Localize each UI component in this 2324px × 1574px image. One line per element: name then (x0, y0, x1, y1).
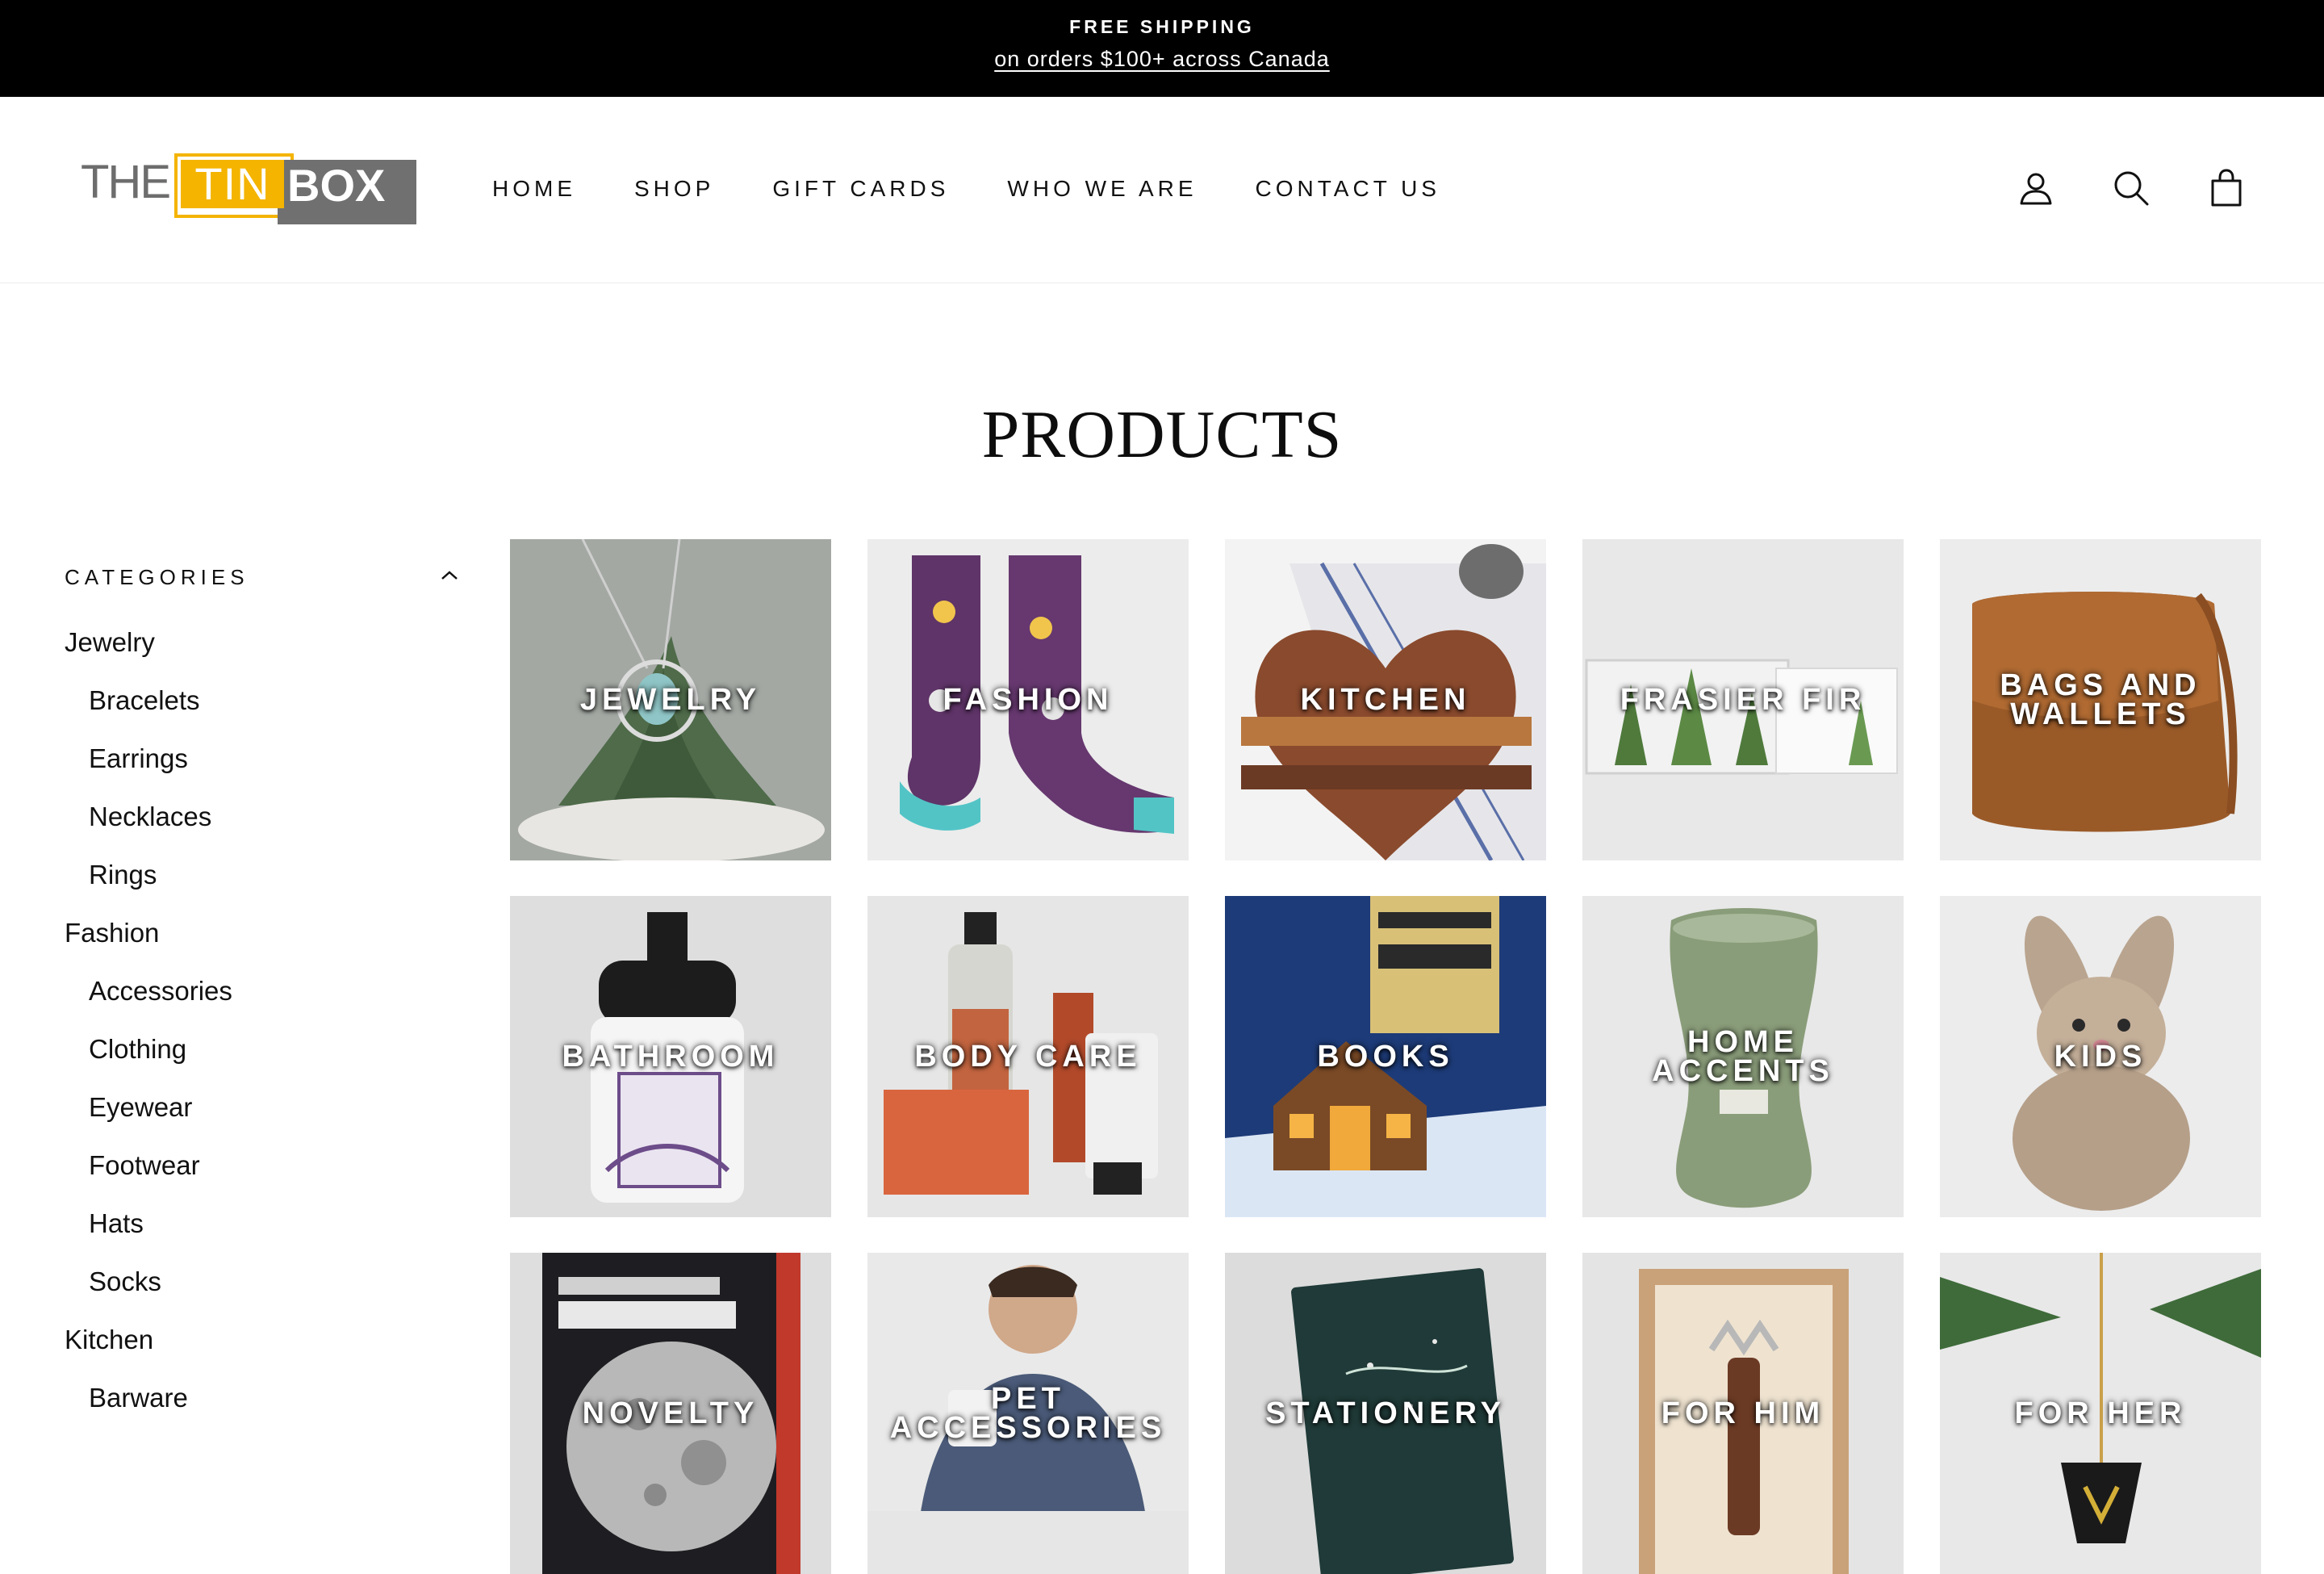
tile-label: BATHROOM (562, 1040, 780, 1074)
logo-tin: TIN (181, 160, 284, 208)
category-jewelry[interactable]: Jewelry (65, 625, 460, 683)
tile-body-care[interactable]: BODY CARE (867, 896, 1189, 1217)
logo-the: THE (81, 156, 171, 208)
tile-bathroom[interactable]: BATHROOM (510, 896, 831, 1217)
tile-label: NOVELTY (582, 1396, 759, 1430)
nav-who-we-are[interactable]: WHO WE ARE (1007, 176, 1197, 202)
tile-label: BAGS AND WALLETS (2000, 668, 2201, 731)
tile-label: BOOKS (1317, 1040, 1454, 1074)
tile-for-him[interactable]: FOR HIM (1582, 1253, 1904, 1574)
tile-stationery[interactable]: STATIONERY (1225, 1253, 1546, 1574)
nav-home[interactable]: HOME (492, 176, 576, 202)
category-hats[interactable]: Hats (65, 1206, 460, 1264)
category-eyewear[interactable]: Eyewear (65, 1090, 460, 1148)
chevron-up-icon (441, 571, 458, 580)
category-footwear[interactable]: Footwear (65, 1148, 460, 1206)
category-necklaces[interactable]: Necklaces (65, 799, 460, 857)
cart-icon[interactable] (2206, 168, 2247, 208)
main-nav: HOME SHOP GIFT CARDS WHO WE ARE CONTACT … (492, 176, 1498, 202)
category-sidebar: CATEGORIES Jewelry Bracelets Earrings Ne… (65, 565, 460, 1438)
category-earrings[interactable]: Earrings (65, 741, 460, 799)
tile-home-accents[interactable]: HOME ACCENTS (1582, 896, 1904, 1217)
category-fashion[interactable]: Fashion (65, 915, 460, 973)
site-header: THE BOX TIN HOME SHOP GIFT CARDS WHO WE … (0, 97, 2324, 283)
tile-label: BODY CARE (914, 1040, 1142, 1074)
tile-label: FASHION (943, 683, 1114, 717)
category-socks[interactable]: Socks (65, 1264, 460, 1322)
tile-novelty[interactable]: NOVELTY (510, 1253, 831, 1574)
category-clothing[interactable]: Clothing (65, 1032, 460, 1090)
tile-bags-and-wallets[interactable]: BAGS AND WALLETS (1940, 539, 2261, 860)
tile-label: FOR HIM (1661, 1396, 1825, 1430)
tile-pet-accessories[interactable]: PET ACCESSORIES (867, 1253, 1189, 1574)
tile-books[interactable]: BOOKS (1225, 896, 1546, 1217)
logo-box: BOX (278, 160, 416, 224)
tile-label: JEWELRY (579, 683, 762, 717)
tile-label: KITCHEN (1300, 683, 1471, 717)
categories-toggle[interactable]: CATEGORIES (65, 565, 460, 597)
tile-jewelry[interactable]: JEWELRY (510, 539, 831, 860)
nav-contact-us[interactable]: CONTACT US (1256, 176, 1440, 202)
header-icons (2016, 168, 2247, 208)
site-logo[interactable]: THE BOX TIN (81, 153, 420, 226)
tile-label: FRASIER FIR (1620, 683, 1866, 717)
page-title: PRODUCTS (981, 397, 1343, 472)
category-kitchen[interactable]: Kitchen (65, 1322, 460, 1380)
category-rings[interactable]: Rings (65, 857, 460, 915)
tile-label: PET ACCESSORIES (889, 1382, 1167, 1445)
tile-kids[interactable]: KIDS (1940, 896, 2261, 1217)
category-accessories[interactable]: Accessories (65, 973, 460, 1032)
tile-label: KIDS (2054, 1040, 2147, 1074)
nav-gift-cards[interactable]: GIFT CARDS (772, 176, 949, 202)
account-icon[interactable] (2016, 168, 2056, 208)
category-barware[interactable]: Barware (65, 1380, 460, 1438)
nav-shop[interactable]: SHOP (634, 176, 714, 202)
search-icon[interactable] (2111, 168, 2151, 208)
tile-frasier-fir[interactable]: FRASIER FIR (1582, 539, 1904, 860)
tile-kitchen[interactable]: KITCHEN (1225, 539, 1546, 860)
announcement-title: FREE SHIPPING (1069, 16, 1255, 37)
category-bracelets[interactable]: Bracelets (65, 683, 460, 741)
tile-label: FOR HER (2014, 1396, 2187, 1430)
categories-heading: CATEGORIES (65, 565, 249, 589)
product-category-grid: JEWELRY FASHION KITCHEN FRASIER FIR BAGS… (510, 539, 2261, 1574)
tile-for-her[interactable]: FOR HER (1940, 1253, 2261, 1574)
tile-label: HOME ACCENTS (1652, 1025, 1834, 1088)
category-list: Jewelry Bracelets Earrings Necklaces Rin… (65, 625, 460, 1438)
announcement-link[interactable]: on orders $100+ across Canada (0, 47, 2324, 72)
announcement-bar: FREE SHIPPING on orders $100+ across Can… (0, 0, 2324, 97)
tile-label: STATIONERY (1265, 1396, 1506, 1430)
tile-fashion[interactable]: FASHION (867, 539, 1189, 860)
